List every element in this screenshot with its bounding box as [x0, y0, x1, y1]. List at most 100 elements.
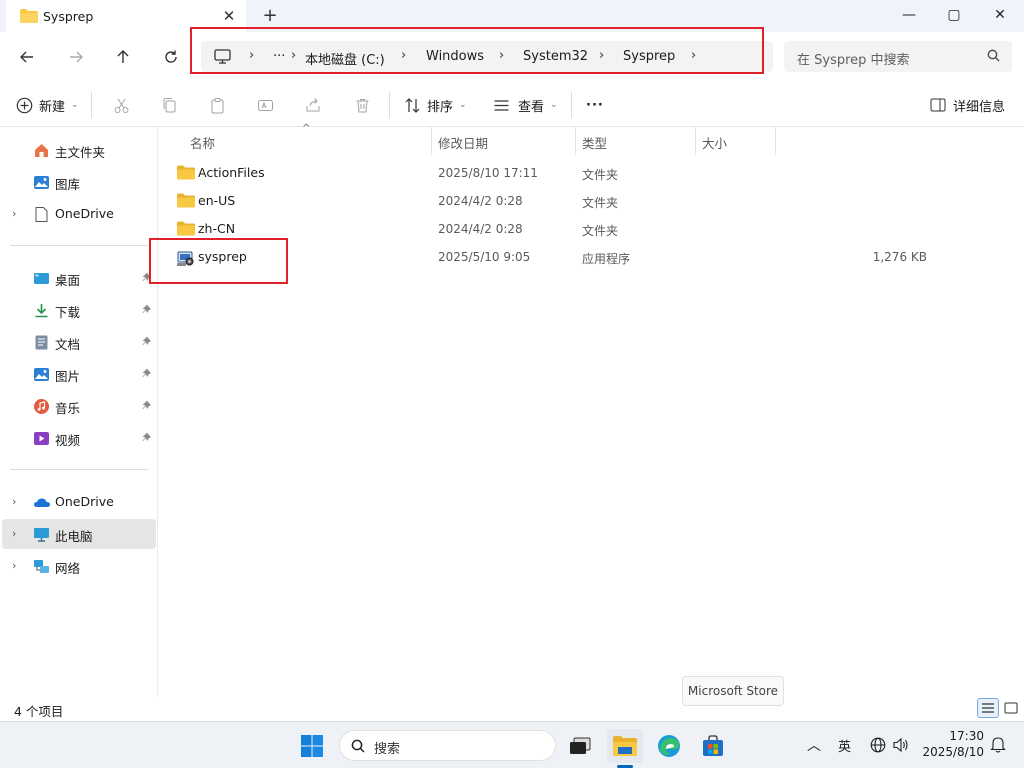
- globe-network-icon[interactable]: [870, 737, 886, 756]
- folder-icon: [177, 165, 195, 181]
- maximize-button[interactable]: ▢: [931, 0, 977, 32]
- details-pane-icon: [930, 98, 946, 112]
- pin-icon[interactable]: [141, 431, 152, 446]
- chevron-right-icon[interactable]: ›: [12, 495, 16, 508]
- sidebar-item-documents[interactable]: 文档: [2, 327, 156, 357]
- sidebar-item-desktop[interactable]: 桌面: [2, 263, 156, 293]
- pin-icon[interactable]: [141, 335, 152, 350]
- microsoft-store-taskbar-button[interactable]: [695, 729, 731, 763]
- column-header-name[interactable]: 名称: [190, 129, 215, 155]
- volume-icon[interactable]: [892, 737, 910, 756]
- sidebar-item-music[interactable]: 音乐: [2, 391, 156, 421]
- share-icon: [306, 97, 320, 111]
- column-header-size[interactable]: 大小: [702, 129, 727, 155]
- music-icon: [33, 398, 50, 415]
- chevron-right-icon[interactable]: ›: [12, 559, 16, 572]
- sort-button[interactable]: 排序 ⌄: [404, 93, 467, 117]
- sidebar-item-downloads[interactable]: 下载: [2, 295, 156, 325]
- file-row[interactable]: ActionFiles 2025/8/10 17:11 文件夹: [169, 159, 929, 187]
- view-button[interactable]: 查看 ⌄: [493, 93, 558, 117]
- chevron-right-icon[interactable]: ›: [12, 527, 16, 540]
- sidebar-item-pictures[interactable]: 图片: [2, 359, 156, 389]
- search-icon: [351, 739, 365, 756]
- sysprep-annotation-box: [149, 238, 288, 284]
- document-icon: [33, 206, 50, 223]
- minimize-button[interactable]: —: [886, 0, 932, 32]
- address-bar-annotation-box: [190, 27, 764, 74]
- tooltip: Microsoft Store: [682, 676, 784, 706]
- desktop-icon: [33, 270, 50, 287]
- trash-icon: [356, 98, 369, 112]
- chevron-right-icon[interactable]: ›: [12, 207, 16, 220]
- pin-icon[interactable]: [141, 367, 152, 382]
- tiles-view-icon: [1004, 702, 1018, 714]
- pin-icon[interactable]: [141, 303, 152, 318]
- input-method-indicator[interactable]: 英: [838, 736, 851, 755]
- close-window-button[interactable]: ✕: [977, 0, 1023, 32]
- column-header-modified[interactable]: 修改日期: [438, 129, 488, 155]
- cloud-icon: [33, 494, 50, 511]
- store-icon: [703, 735, 723, 756]
- sidebar-item-videos[interactable]: 视频: [2, 423, 156, 453]
- paste-button[interactable]: [209, 93, 226, 117]
- scissors-icon: [114, 98, 129, 113]
- sidebar-item-home[interactable]: 主文件夹: [2, 135, 156, 165]
- chevron-down-icon: ⌄: [550, 100, 558, 110]
- system-clock[interactable]: 17:30 2025/8/10: [918, 728, 984, 760]
- folder-icon: [177, 193, 195, 209]
- home-icon: [33, 142, 50, 159]
- copy-button[interactable]: [161, 93, 178, 117]
- arrow-up-icon: [117, 50, 129, 63]
- start-button[interactable]: [294, 729, 330, 763]
- arrow-right-icon: [70, 51, 83, 63]
- rename-button[interactable]: [257, 93, 274, 117]
- plus-circle-icon: [16, 97, 33, 113]
- download-icon: [33, 302, 50, 319]
- refresh-button[interactable]: [157, 44, 185, 70]
- notification-bell-icon[interactable]: [990, 735, 1006, 756]
- new-button[interactable]: 新建 ⌄: [16, 93, 79, 117]
- new-tab-button[interactable]: +: [258, 5, 282, 27]
- sidebar-item-gallery[interactable]: 图库: [2, 167, 156, 197]
- task-view-button[interactable]: [562, 729, 598, 763]
- taskbar-search[interactable]: 搜索: [339, 730, 556, 761]
- sidebar-item-onedrive[interactable]: › OneDrive: [2, 487, 156, 517]
- column-header-type[interactable]: 类型: [582, 129, 607, 155]
- back-button[interactable]: [13, 44, 41, 70]
- sidebar-item-this-pc[interactable]: › 此电脑: [2, 519, 156, 549]
- search-placeholder: 在 Sysprep 中搜索: [797, 53, 910, 68]
- gallery-icon: [33, 174, 50, 191]
- view-list-icon: [494, 99, 509, 111]
- delete-button[interactable]: [354, 93, 371, 117]
- copy-icon: [163, 97, 176, 112]
- refresh-icon: [165, 50, 177, 63]
- cut-button[interactable]: [113, 93, 130, 117]
- tab-close-button[interactable]: ✕: [219, 6, 239, 26]
- more-options-button[interactable]: ···: [586, 93, 604, 117]
- video-icon: [33, 430, 50, 447]
- rename-icon: [258, 99, 273, 111]
- file-explorer-taskbar-button[interactable]: [607, 729, 643, 763]
- details-view-button[interactable]: [977, 698, 999, 718]
- windows-logo-icon: [301, 735, 323, 757]
- this-pc-icon: [33, 526, 50, 543]
- file-row[interactable]: en-US 2024/4/2 0:28 文件夹: [169, 187, 929, 215]
- sidebar-item-onedrive-personal[interactable]: › OneDrive: [2, 199, 156, 229]
- forward-button[interactable]: [62, 44, 90, 70]
- search-box[interactable]: 在 Sysprep 中搜索: [784, 41, 1012, 72]
- tiles-view-button[interactable]: [1000, 698, 1022, 718]
- folder-icon: [177, 221, 195, 237]
- pin-icon[interactable]: [141, 399, 152, 414]
- details-pane-button[interactable]: 详细信息: [930, 93, 1005, 117]
- documents-icon: [33, 334, 50, 351]
- sort-ascending-icon: ^: [302, 123, 311, 134]
- edge-browser-icon: [658, 735, 680, 757]
- up-button[interactable]: [109, 44, 137, 70]
- sidebar-item-network[interactable]: › 网络: [2, 551, 156, 581]
- share-button[interactable]: [305, 93, 322, 117]
- clock-date: 2025/8/10: [922, 745, 984, 759]
- navigation-pane: 主文件夹 图库 › OneDrive 桌面 下载 文档 图片 音乐 视频 › O…: [0, 127, 158, 697]
- edge-taskbar-button[interactable]: [651, 729, 687, 763]
- tab-title: Sysprep: [43, 9, 94, 24]
- show-hidden-icons-chevron-icon[interactable]: ︿: [807, 735, 821, 755]
